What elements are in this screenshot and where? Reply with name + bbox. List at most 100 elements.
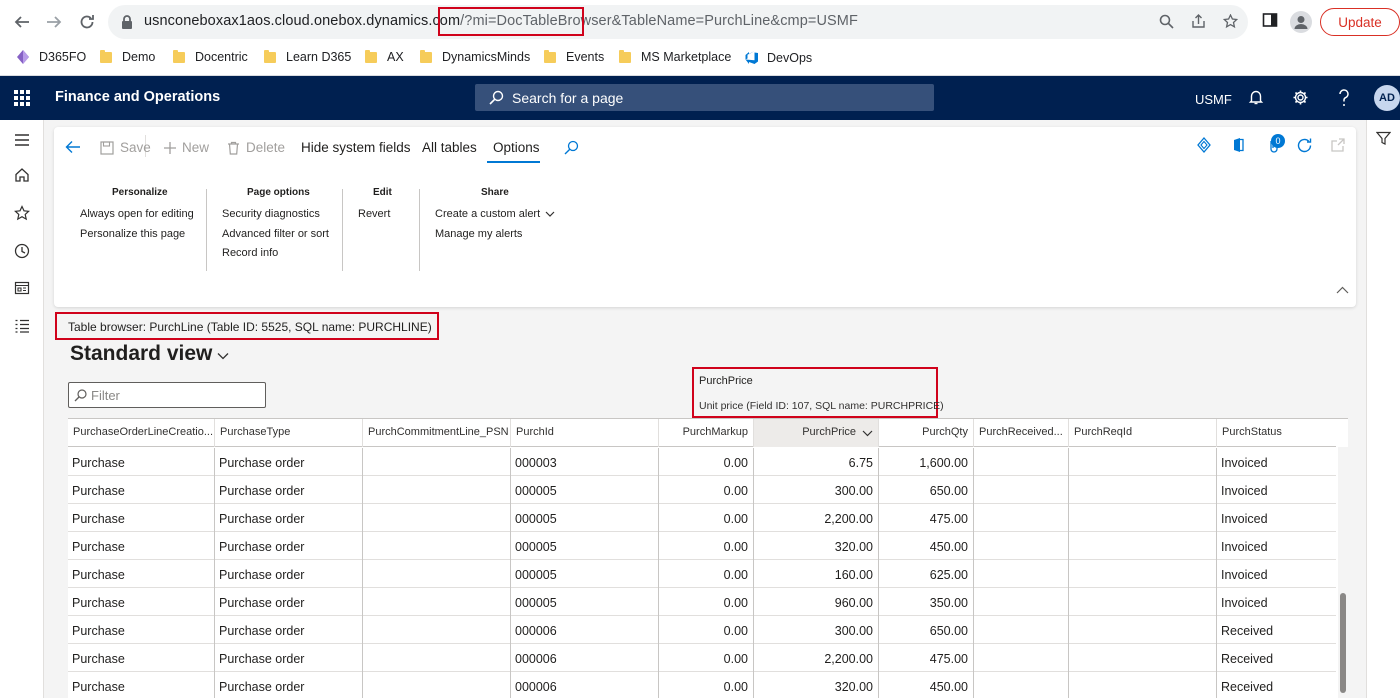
action-search-button[interactable] [564, 140, 579, 155]
table-cell[interactable] [1069, 504, 1217, 532]
table-cell[interactable] [974, 448, 1069, 476]
column-header[interactable]: PurchStatus [1217, 419, 1336, 447]
table-cell[interactable]: 0.00 [659, 588, 754, 616]
new-button[interactable]: New [163, 140, 209, 155]
profile-avatar[interactable] [1290, 11, 1312, 33]
manage-my-alerts-link[interactable]: Manage my alerts [435, 228, 522, 240]
table-cell[interactable]: 320.00 [754, 532, 879, 560]
table-cell[interactable] [1069, 588, 1217, 616]
bookmark-ax[interactable]: AX [365, 49, 404, 64]
column-header[interactable]: PurchReqId [1069, 419, 1217, 447]
table-cell[interactable] [363, 448, 511, 476]
table-row[interactable]: Purchase Purchase order 000005 0.00 2,200.00… [68, 504, 1336, 532]
recent-clock-icon[interactable] [14, 243, 30, 259]
table-cell[interactable] [1069, 448, 1217, 476]
bookmark-ms-marketplace[interactable]: MS Marketplace [619, 49, 731, 64]
bookmark-star-icon[interactable] [1222, 13, 1238, 30]
share-icon[interactable] [1190, 14, 1206, 30]
table-row[interactable]: Purchase Purchase order 000006 0.00 300.00 65… [68, 616, 1336, 644]
bookmark-devops[interactable]: DevOps [744, 50, 812, 65]
home-icon[interactable] [14, 167, 30, 183]
scrollbar-thumb[interactable] [1340, 593, 1346, 693]
table-cell[interactable] [974, 672, 1069, 698]
bookmark-dynamicsminds[interactable]: DynamicsMinds [420, 49, 530, 64]
table-cell[interactable]: Invoiced [1217, 448, 1336, 476]
table-cell[interactable]: 0.00 [659, 504, 754, 532]
column-header[interactable]: PurchQty [879, 419, 974, 447]
table-cell[interactable]: 000005 [511, 476, 659, 504]
personalize-this-page-link[interactable]: Personalize this page [80, 228, 185, 240]
table-cell[interactable]: 000005 [511, 504, 659, 532]
modules-list-icon[interactable] [14, 318, 30, 334]
table-cell[interactable]: Received [1217, 644, 1336, 672]
table-cell[interactable]: 450.00 [879, 532, 974, 560]
table-row[interactable]: Purchase Purchase order 000005 0.00 960.00 35… [68, 588, 1336, 616]
table-cell[interactable] [974, 560, 1069, 588]
always-open-for-editing-link[interactable]: Always open for editing [80, 208, 194, 220]
update-button[interactable]: Update [1320, 8, 1400, 36]
table-cell[interactable] [974, 616, 1069, 644]
column-header[interactable]: PurchId [511, 419, 659, 447]
table-cell[interactable]: Received [1217, 672, 1336, 698]
user-avatar[interactable]: AD [1374, 85, 1400, 111]
collapse-chevron-up-icon[interactable] [1336, 282, 1349, 297]
table-cell[interactable]: 6.75 [754, 448, 879, 476]
table-cell[interactable]: Purchase [68, 448, 215, 476]
attachments-icon[interactable]: 0 [1266, 134, 1285, 155]
table-cell[interactable] [1069, 644, 1217, 672]
table-cell[interactable]: 350.00 [879, 588, 974, 616]
table-cell[interactable]: Invoiced [1217, 532, 1336, 560]
bell-icon[interactable] [1247, 89, 1265, 107]
table-cell[interactable]: 160.00 [754, 560, 879, 588]
record-info-link[interactable]: Record info [222, 247, 278, 259]
table-cell[interactable]: 650.00 [879, 616, 974, 644]
help-icon[interactable] [1335, 89, 1353, 107]
create-custom-alert-link[interactable]: Create a custom alert [435, 208, 555, 220]
table-cell[interactable]: Purchase order [215, 560, 363, 588]
advanced-filter-or-sort-link[interactable]: Advanced filter or sort [222, 228, 329, 240]
column-header[interactable]: PurchaseOrderLineCreatio... [68, 419, 215, 447]
app-launcher-icon[interactable] [14, 90, 30, 106]
table-cell[interactable]: 625.00 [879, 560, 974, 588]
table-cell[interactable]: 0.00 [659, 672, 754, 698]
table-cell[interactable] [363, 588, 511, 616]
table-cell[interactable] [1069, 476, 1217, 504]
column-header[interactable]: PurchMarkup [659, 419, 754, 447]
table-cell[interactable]: Purchase [68, 672, 215, 698]
table-cell[interactable]: Purchase [68, 504, 215, 532]
table-cell[interactable]: Invoiced [1217, 476, 1336, 504]
table-cell[interactable]: Purchase order [215, 616, 363, 644]
view-selector[interactable]: Standard view [70, 342, 229, 366]
power-apps-icon[interactable] [1196, 137, 1214, 155]
save-button[interactable]: Save [100, 140, 151, 155]
table-cell[interactable]: 475.00 [879, 644, 974, 672]
table-cell[interactable]: Invoiced [1217, 560, 1336, 588]
zoom-icon[interactable] [1158, 14, 1174, 30]
table-cell[interactable] [363, 672, 511, 698]
table-cell[interactable]: 300.00 [754, 476, 879, 504]
table-cell[interactable]: Purchase [68, 616, 215, 644]
table-cell[interactable] [974, 588, 1069, 616]
filter-funnel-icon[interactable] [1375, 131, 1392, 149]
bookmark-demo[interactable]: Demo [100, 49, 155, 64]
table-cell[interactable]: 2,200.00 [754, 504, 879, 532]
table-cell[interactable]: Purchase order [215, 588, 363, 616]
table-cell[interactable] [1069, 532, 1217, 560]
revert-link[interactable]: Revert [358, 208, 390, 220]
table-row[interactable]: Purchase Purchase order 000006 0.00 2,200.00… [68, 644, 1336, 672]
table-cell[interactable]: Purchase order [215, 672, 363, 698]
table-cell[interactable]: Purchase order [215, 448, 363, 476]
table-cell[interactable]: 0.00 [659, 560, 754, 588]
table-cell[interactable]: 000005 [511, 532, 659, 560]
table-cell[interactable]: Received [1217, 616, 1336, 644]
page-search-box[interactable]: Search for a page [475, 84, 934, 111]
table-cell[interactable] [363, 616, 511, 644]
table-cell[interactable]: 000005 [511, 560, 659, 588]
table-cell[interactable]: 1,600.00 [879, 448, 974, 476]
bookmark-learn-d365[interactable]: Learn D365 [264, 49, 351, 64]
column-header[interactable]: PurchCommitmentLine_PSN [363, 419, 511, 447]
side-panel-icon[interactable] [1262, 12, 1278, 31]
table-row[interactable]: Purchase Purchase order 000003 0.00 6.75 1,60… [68, 448, 1336, 476]
workspaces-icon[interactable] [14, 280, 30, 296]
table-cell[interactable]: Purchase [68, 532, 215, 560]
